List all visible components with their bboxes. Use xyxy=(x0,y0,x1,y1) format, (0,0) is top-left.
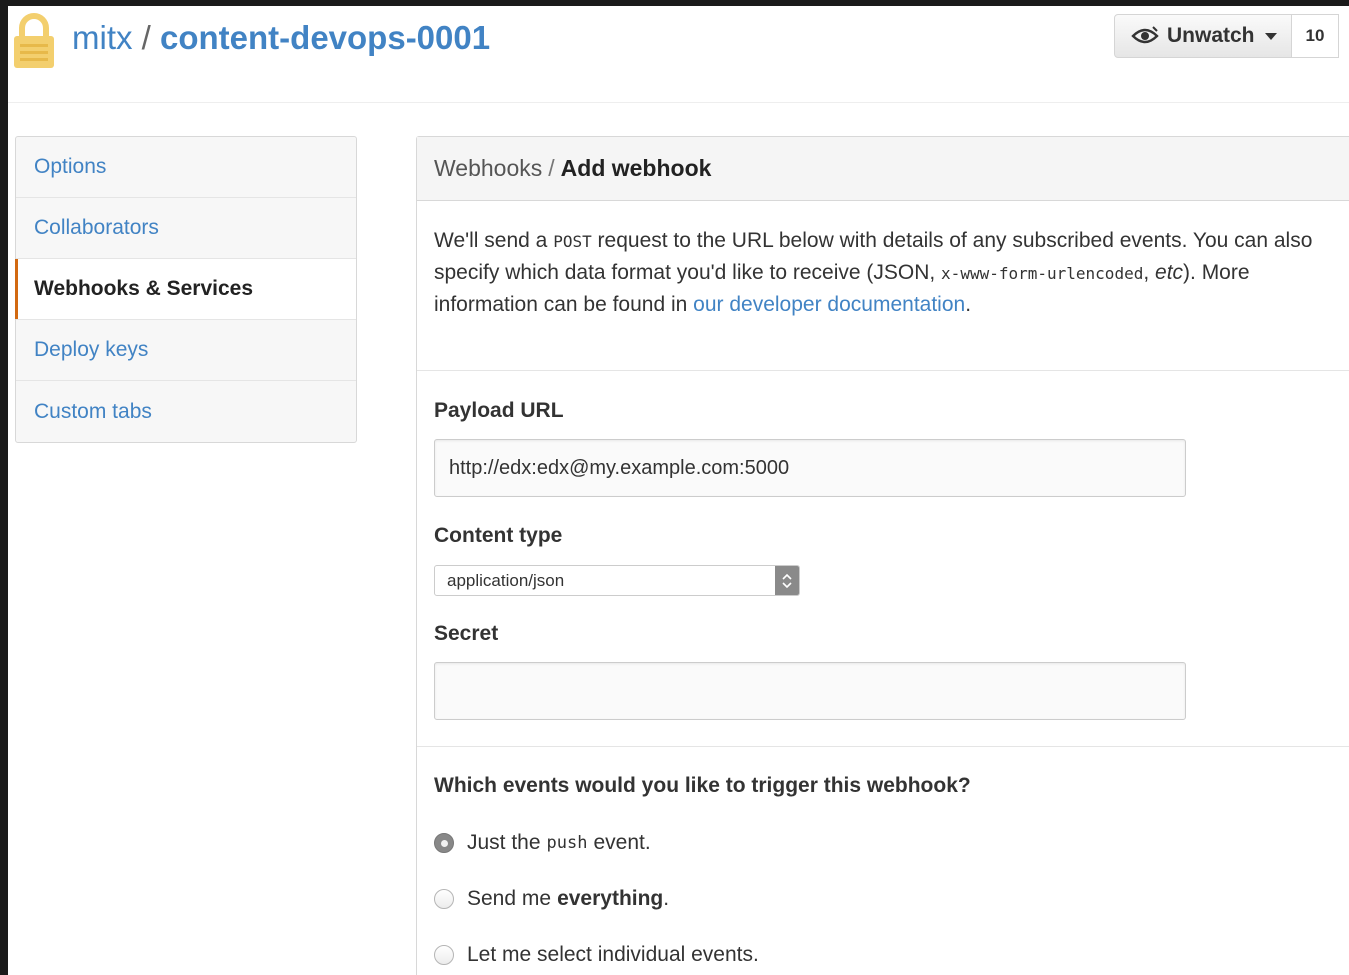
radio-label: event. xyxy=(593,831,651,854)
content-type-label: Content type xyxy=(434,524,563,547)
intro-text: . xyxy=(965,293,972,316)
webhook-intro-text: We'll send a POST request to the URL bel… xyxy=(417,201,1349,371)
repo-header: mitx / content-devops-0001 Unwatch 10 xyxy=(8,6,1349,103)
repo-title: mitx / content-devops-0001 xyxy=(72,18,490,58)
payload-url-label: Payload URL xyxy=(434,399,564,422)
events-question: Which events would you like to trigger t… xyxy=(434,774,971,797)
sidebar-item-collaborators[interactable]: Collaborators xyxy=(16,198,356,259)
event-option-individual[interactable]: Let me select individual events. xyxy=(434,943,759,967)
radio-label: . xyxy=(663,887,670,910)
sidebar-item-label: Options xyxy=(34,155,107,178)
select-arrows-icon xyxy=(775,566,799,595)
radio-label: Just the xyxy=(467,831,541,854)
sidebar-item-custom-tabs[interactable]: Custom tabs xyxy=(16,381,356,442)
secret-label: Secret xyxy=(434,622,499,645)
secret-input[interactable] xyxy=(434,662,1186,720)
radio-unchecked-icon[interactable] xyxy=(434,945,454,965)
sidebar-item-label: Webhooks & Services xyxy=(34,277,254,300)
radio-label: Send me xyxy=(467,887,552,910)
sidebar-item-label: Custom tabs xyxy=(34,399,152,423)
radio-unchecked-icon[interactable] xyxy=(434,889,454,909)
breadcrumb-current: Add webhook xyxy=(560,155,712,181)
unwatch-button[interactable]: Unwatch xyxy=(1114,14,1292,58)
eye-icon xyxy=(1131,26,1159,44)
radio-label-bold: everything xyxy=(557,887,664,910)
sidebar-item-label: Collaborators xyxy=(34,216,159,239)
breadcrumb-webhooks: Webhooks xyxy=(434,155,543,181)
lock-icon xyxy=(14,13,54,68)
event-option-push[interactable]: Just the push event. xyxy=(434,831,651,855)
intro-text: , xyxy=(1143,261,1156,284)
intro-text: We'll send a xyxy=(434,229,554,252)
watch-button-group: Unwatch 10 xyxy=(1114,14,1340,58)
intro-urlencoded-code: x-www-form-urlencoded xyxy=(941,264,1144,283)
content-type-value: application/json xyxy=(447,570,565,590)
payload-url-input[interactable] xyxy=(434,439,1186,497)
add-webhook-panel: Webhooks / Add webhook We'll send a POST… xyxy=(416,136,1349,975)
sidebar-item-webhooks-services[interactable]: Webhooks & Services xyxy=(15,259,356,320)
sidebar-item-options[interactable]: Options xyxy=(16,137,356,198)
repo-owner-link[interactable]: mitx xyxy=(72,19,133,56)
breadcrumb-separator: / xyxy=(548,155,555,181)
caret-down-icon xyxy=(1264,32,1277,40)
radio-checked-icon[interactable] xyxy=(434,833,454,853)
sidebar-item-label: Deploy keys xyxy=(34,338,149,361)
unwatch-label: Unwatch xyxy=(1167,24,1255,47)
developer-documentation-link[interactable]: our developer documentation xyxy=(693,293,965,316)
settings-sidebar: Options Collaborators Webhooks & Service… xyxy=(15,136,357,443)
radio-label-code: push xyxy=(546,833,588,853)
radio-label: Let me select individual events. xyxy=(467,943,759,966)
event-option-everything[interactable]: Send me everything . xyxy=(434,887,669,911)
sidebar-item-deploy-keys[interactable]: Deploy keys xyxy=(16,320,356,381)
repo-title-separator: / xyxy=(141,19,151,56)
page: mitx / content-devops-0001 Unwatch 10 Op… xyxy=(8,6,1349,975)
intro-etc: etc xyxy=(1155,261,1184,284)
repo-name-link[interactable]: content-devops-0001 xyxy=(160,19,490,56)
section-divider xyxy=(417,746,1349,747)
intro-post-code: POST xyxy=(553,232,592,251)
watchers-count[interactable]: 10 xyxy=(1291,14,1340,58)
content-type-select[interactable]: application/json xyxy=(434,565,800,596)
breadcrumb: Webhooks / Add webhook xyxy=(417,137,1349,201)
